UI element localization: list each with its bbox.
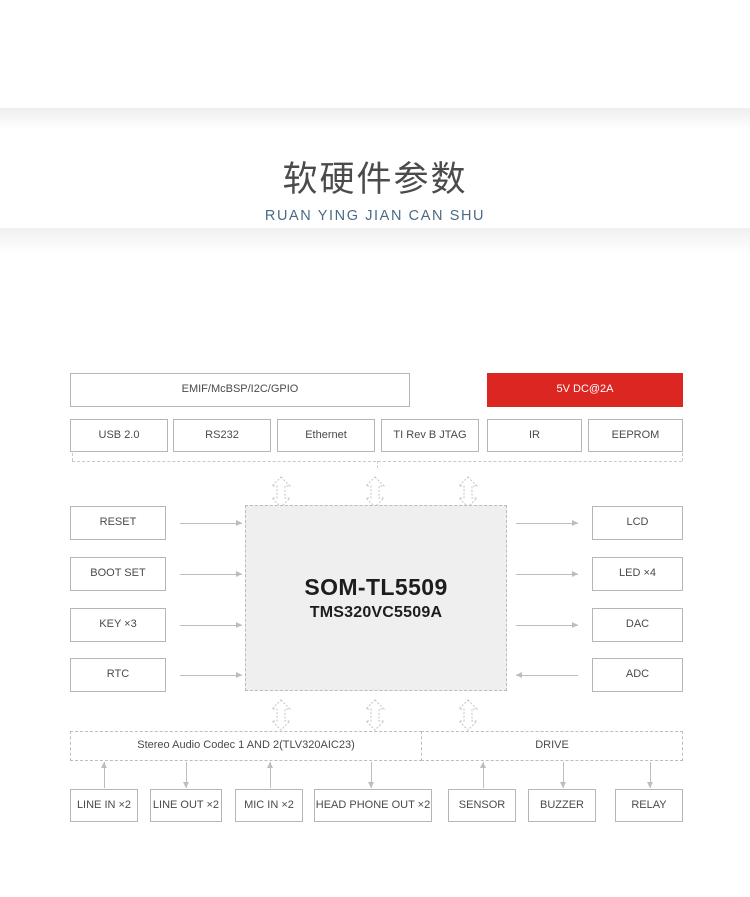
arrow-boot-set-to-chip [180,567,242,581]
bus-separator-left-tick [72,453,73,461]
arrow-chip-to-lcd [516,516,578,530]
right-node-lcd: LCD [592,506,683,540]
arrow-chip-to-led [516,567,578,581]
bus-separator-right-tick [682,453,683,461]
arrow-reset-to-chip [180,516,242,530]
io-box-relay: RELAY [615,789,683,822]
peripheral-box-usb: USB 2.0 [70,419,168,452]
io-box-head-phone-out: HEAD PHONE OUT ×2 [314,789,432,822]
chip-subtitle: TMS320VC5509A [309,604,443,621]
left-node-rtc: RTC [70,658,166,692]
peripheral-box-jtag: TI Rev B JTAG [381,419,479,452]
arrow-adc-to-chip [516,668,578,682]
arrow-rtc-to-chip [180,668,242,682]
bus-box-emif: EMIF/McBSP/I2C/GPIO [70,373,410,407]
io-box-sensor: SENSOR [448,789,516,822]
io-box-buzzer: BUZZER [528,789,596,822]
arrow-key-to-chip [180,618,242,632]
io-box-mic-in: MIC IN ×2 [235,789,303,822]
arrow-chip-to-dac [516,618,578,632]
chip-title: SOM-TL5509 [304,574,448,600]
double-arrow-bus-chip-right [457,476,479,508]
left-node-boot-set: BOOT SET [70,557,166,591]
arrow-drive-to-relay [643,762,657,788]
arrow-sensor-to-drive [476,762,490,788]
double-arrow-bus-chip-center [364,476,386,508]
arrow-codec-to-head-phone-out [364,762,378,788]
io-box-line-out: LINE OUT ×2 [150,789,222,822]
left-node-key: KEY ×3 [70,608,166,642]
arrow-line-in-to-codec [97,762,111,788]
chip-module-block: SOM-TL5509 TMS320VC5509A [245,505,507,691]
bus-separator-center-tick [377,461,378,468]
arrow-codec-to-line-out [179,762,193,788]
peripheral-box-rs232: RS232 [173,419,271,452]
codec-box-drive: DRIVE [421,731,683,761]
peripheral-box-ethernet: Ethernet [277,419,375,452]
double-arrow-chip-codec-left [270,699,292,731]
double-arrow-chip-codec-center [364,699,386,731]
left-node-reset: RESET [70,506,166,540]
codec-box-stereo-audio: Stereo Audio Codec 1 AND 2(TLV320AIC23) [70,731,422,761]
power-box-5v: 5V DC@2A [487,373,683,407]
double-arrow-bus-chip-left [270,476,292,508]
double-arrow-chip-codec-right [457,699,479,731]
arrow-mic-in-to-codec [263,762,277,788]
peripheral-box-eeprom: EEPROM [588,419,683,452]
right-node-dac: DAC [592,608,683,642]
arrow-drive-to-buzzer [556,762,570,788]
io-box-line-in: LINE IN ×2 [70,789,138,822]
right-node-led: LED ×4 [592,557,683,591]
peripheral-box-ir: IR [487,419,582,452]
right-node-adc: ADC [592,658,683,692]
block-diagram: EMIF/McBSP/I2C/GPIO 5V DC@2A USB 2.0 RS2… [0,0,750,897]
